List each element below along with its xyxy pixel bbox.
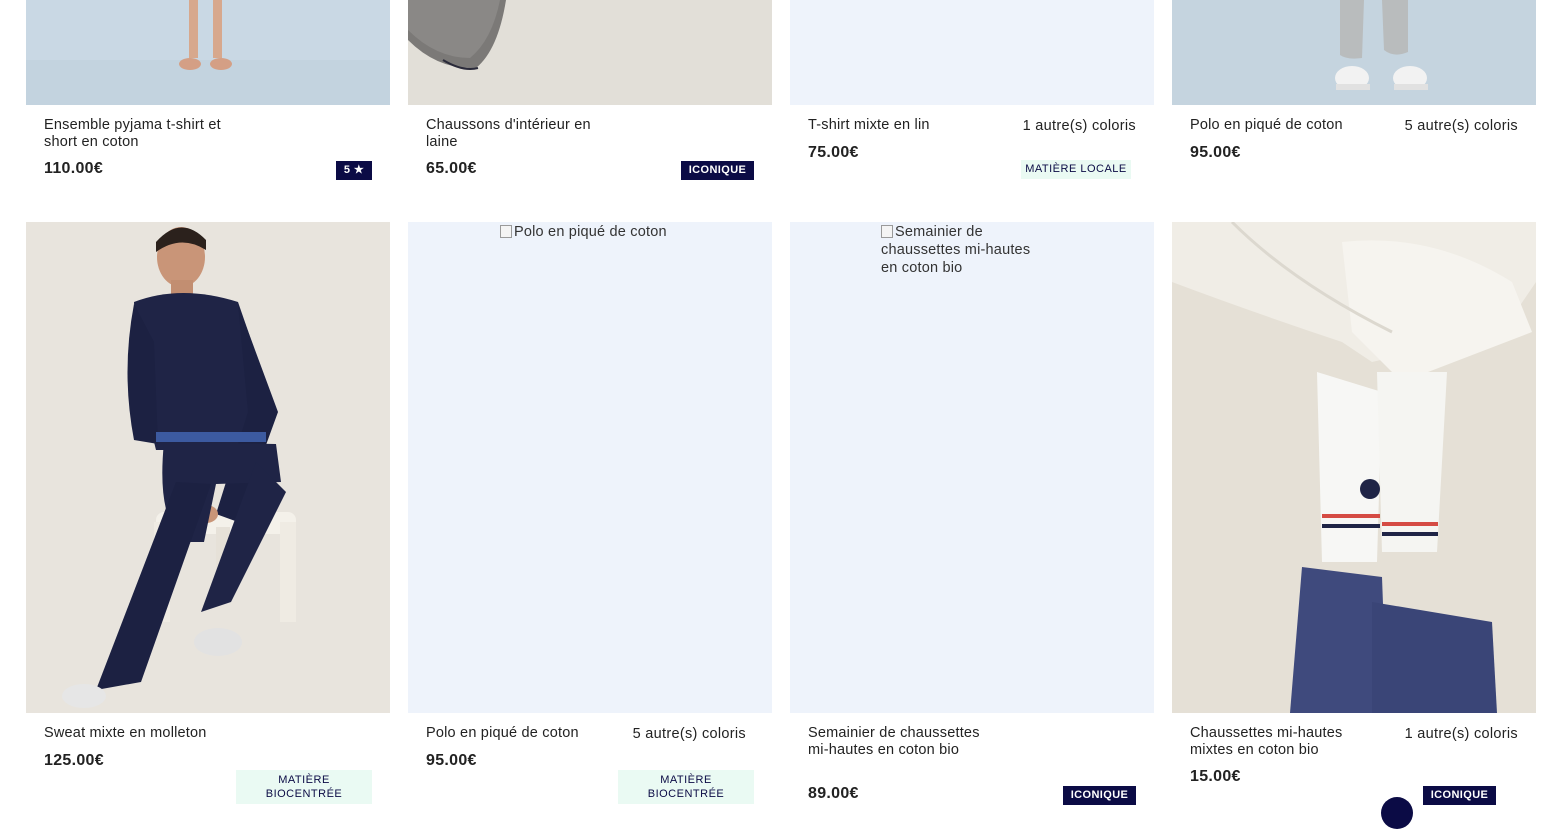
product-card-polo-2[interactable]: Polo en piqué de coton Polo en piqué de …	[408, 222, 772, 812]
alt-text: Semainier de chaussettes mi-hautes en co…	[881, 224, 1031, 276]
eco-badge: MATIÈRE BIOCENTRÉE	[236, 770, 372, 804]
product-price: 125.00€	[44, 752, 104, 769]
polo-photo	[1172, 0, 1536, 105]
color-options[interactable]: 1 autre(s) coloris	[1023, 118, 1136, 134]
iconique-badge: ICONIQUE	[681, 161, 754, 180]
eco-badge: MATIÈRE BIOCENTRÉE	[618, 770, 754, 804]
eco-badge-line2: BIOCENTRÉE	[647, 788, 725, 800]
product-name[interactable]: Polo en piqué de coton	[1190, 117, 1390, 134]
socks-photo	[1172, 222, 1536, 713]
color-options[interactable]: 5 autre(s) coloris	[633, 726, 746, 742]
product-card-sweat[interactable]: Sweat mixte en molleton 125.00€ MATIÈRE …	[26, 222, 390, 812]
product-card-semainier[interactable]: Semainier de chaussettes mi-hautes en co…	[790, 222, 1154, 812]
product-price: 65.00€	[426, 160, 477, 177]
product-image-sweat[interactable]	[26, 222, 390, 713]
product-price: 95.00€	[1190, 144, 1241, 161]
slipper-photo	[408, 0, 772, 105]
broken-image-alt: Polo en piqué de coton	[500, 223, 700, 241]
product-card-chaussons[interactable]: Chaussons d'intérieur en laine 65.00€ IC…	[408, 0, 772, 200]
product-name[interactable]: Chaussons d'intérieur en laine	[426, 117, 626, 151]
product-card-pyjama[interactable]: Ensemble pyjama t-shirt et short en coto…	[26, 0, 390, 200]
pyjama-photo	[26, 0, 390, 105]
product-name[interactable]: Sweat mixte en molleton	[44, 725, 244, 742]
product-image-polo-2[interactable]: Polo en piqué de coton	[408, 222, 772, 713]
product-price: 110.00€	[44, 160, 104, 177]
color-options[interactable]: 1 autre(s) coloris	[1405, 726, 1518, 742]
product-image-polo[interactable]	[1172, 0, 1536, 105]
eco-badge-line2: BIOCENTRÉE	[265, 788, 343, 800]
product-card-polo[interactable]: Polo en piqué de coton 5 autre(s) colori…	[1172, 0, 1536, 200]
product-name[interactable]: Semainier de chaussettes mi-hautes en co…	[808, 725, 983, 759]
product-price: 95.00€	[426, 752, 477, 769]
product-card-tshirt-lin[interactable]: T-shirt mixte en lin 1 autre(s) coloris …	[790, 0, 1154, 200]
product-price: 89.00€	[808, 785, 859, 802]
product-name[interactable]: Polo en piqué de coton	[426, 725, 626, 742]
product-price: 75.00€	[808, 144, 859, 161]
product-image-semainier[interactable]: Semainier de chaussettes mi-hautes en co…	[790, 222, 1154, 713]
iconique-badge: ICONIQUE	[1063, 786, 1136, 805]
broken-image-alt: Semainier de chaussettes mi-hautes en co…	[881, 223, 1051, 277]
product-name[interactable]: T-shirt mixte en lin	[808, 117, 1008, 134]
product-card-chaussettes[interactable]: Chaussettes mi-hautes mixtes en coton bi…	[1172, 222, 1536, 812]
eco-badge: MATIÈRE LOCALE	[1021, 160, 1131, 179]
eco-badge-line1: MATIÈRE	[278, 774, 330, 786]
product-image-tshirt-lin[interactable]	[790, 0, 1154, 105]
product-image-chaussettes[interactable]	[1172, 222, 1536, 713]
product-price: 15.00€	[1190, 768, 1241, 785]
sweat-photo	[26, 222, 390, 713]
product-name[interactable]: Ensemble pyjama t-shirt et short en coto…	[44, 117, 244, 151]
broken-image-icon	[500, 225, 512, 238]
broken-image-icon	[881, 225, 893, 238]
product-image-pyjama[interactable]	[26, 0, 390, 105]
eco-badge-line1: MATIÈRE	[660, 774, 712, 786]
product-image-chaussons[interactable]	[408, 0, 772, 105]
alt-text: Polo en piqué de coton	[514, 224, 667, 240]
floating-chat-button[interactable]	[1381, 797, 1413, 829]
color-options[interactable]: 5 autre(s) coloris	[1405, 118, 1518, 134]
rating-badge: 5 ★	[336, 161, 372, 180]
iconique-badge: ICONIQUE	[1423, 786, 1496, 805]
product-name[interactable]: Chaussettes mi-hautes mixtes en coton bi…	[1190, 725, 1375, 759]
